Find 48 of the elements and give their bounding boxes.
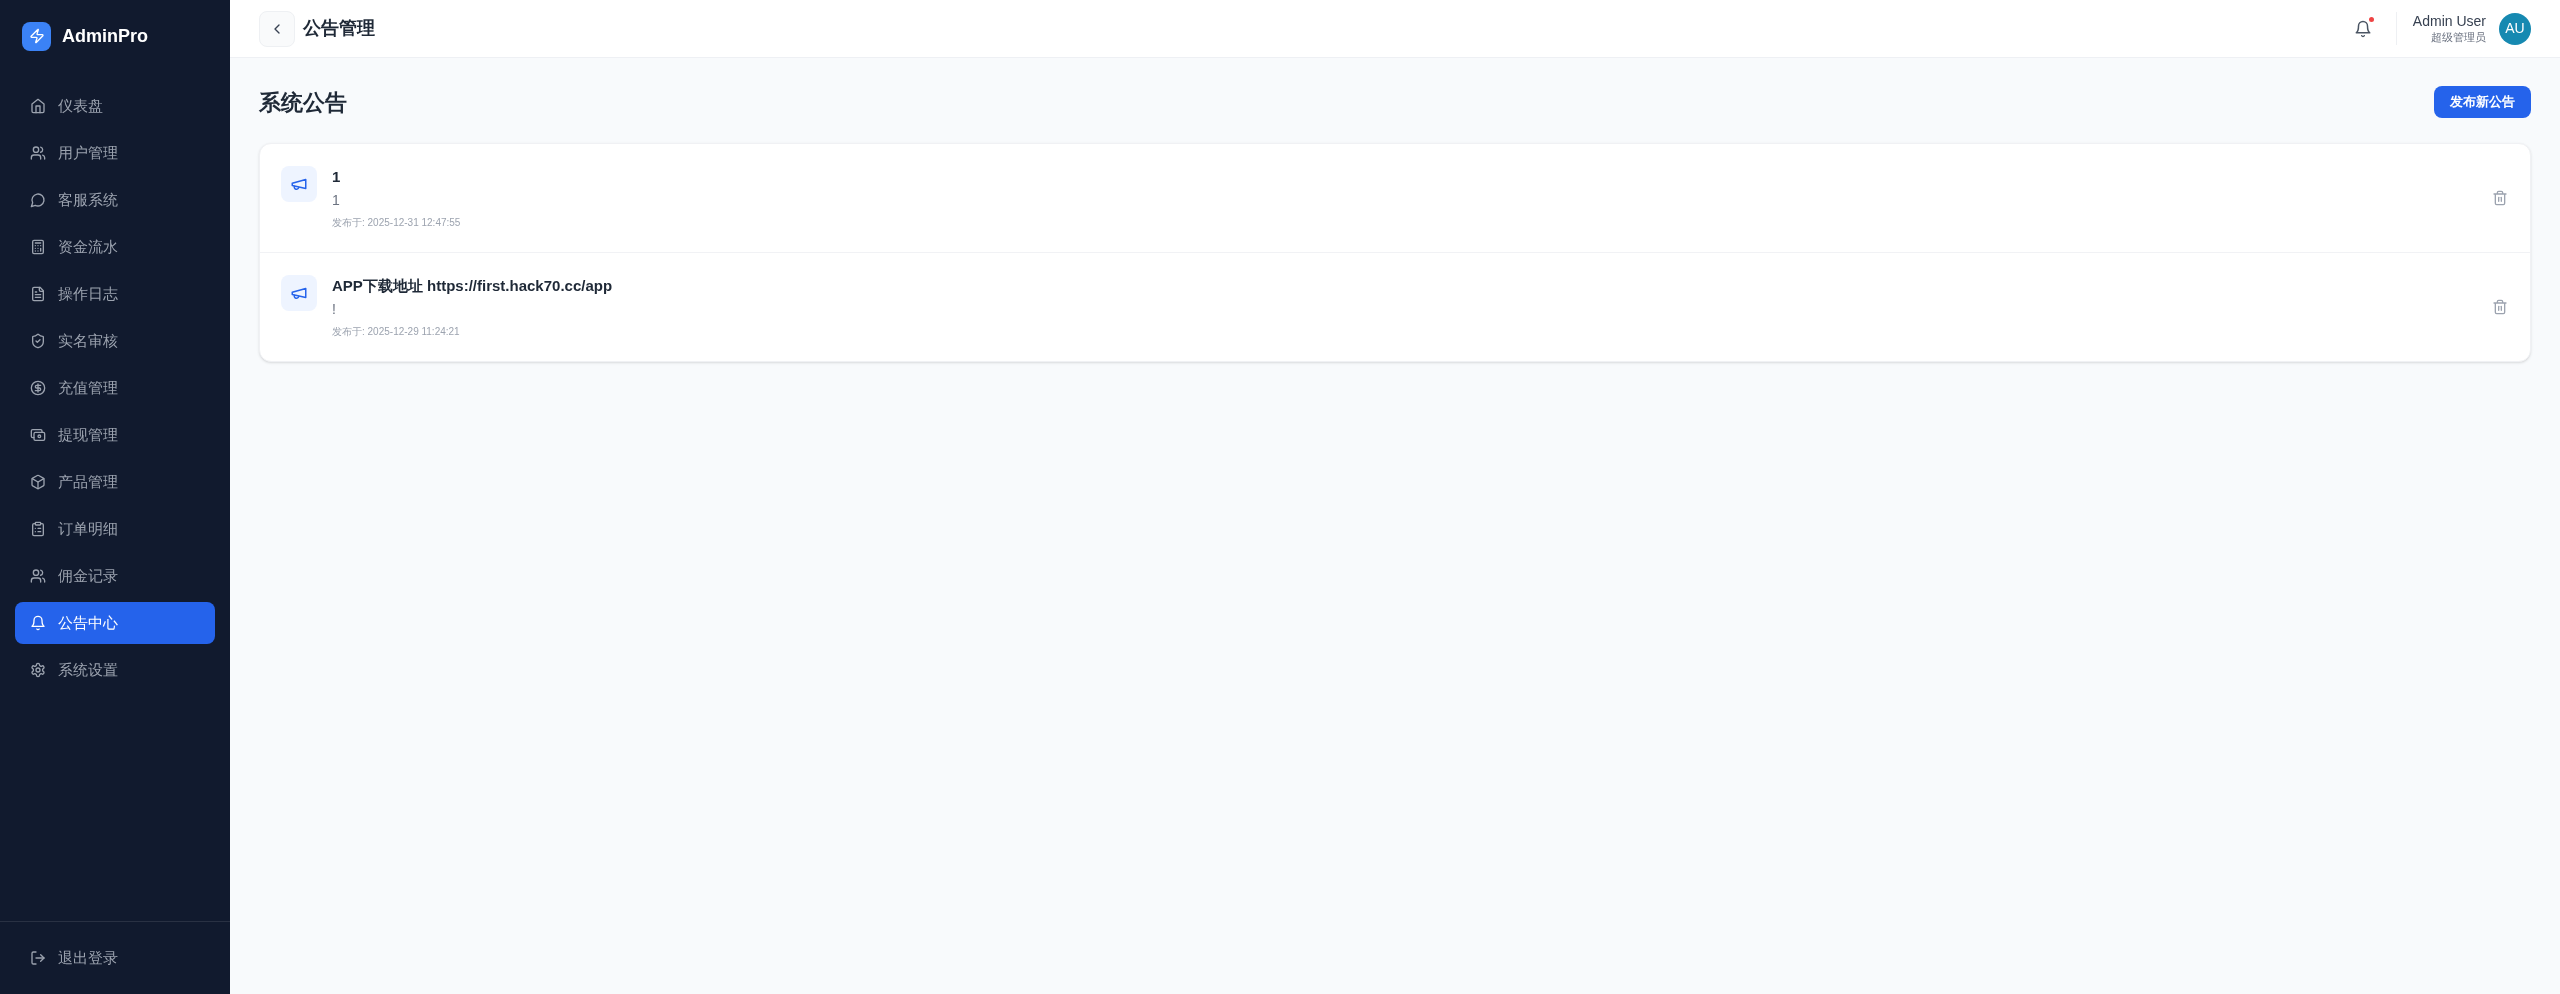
chat-bubble-icon [30, 192, 46, 208]
sidebar-item[interactable]: 操作日志 [15, 273, 215, 315]
sidebar-item[interactable]: 系统设置 [15, 649, 215, 691]
publish-date: 发布于: 2025-12-31 12:47:55 [332, 216, 461, 230]
publish-button[interactable]: 发布新公告 [2434, 86, 2531, 118]
logout-icon [30, 950, 46, 966]
megaphone-icon [281, 166, 317, 202]
sidebar-item[interactable]: 实名审核 [15, 320, 215, 362]
announcement-title: 1 [332, 167, 341, 187]
sidebar-item[interactable]: 产品管理 [15, 461, 215, 503]
page-heading: 公告管理 [303, 17, 375, 40]
trash-icon [2492, 190, 2508, 206]
sidebar-item[interactable]: 订单明细 [15, 508, 215, 550]
home-icon [30, 98, 46, 114]
sidebar-item[interactable]: 公告中心 [15, 602, 215, 644]
announcement-title: APP下载地址 https://first.hack70.cc/app [332, 276, 613, 296]
sidebar-item[interactable]: 资金流水 [15, 226, 215, 268]
avatar[interactable]: AU [2499, 12, 2531, 45]
dollar-circle-icon [30, 380, 46, 396]
megaphone-icon [281, 275, 317, 311]
back-button[interactable] [259, 10, 295, 47]
logout-link[interactable]: 退出登录 [15, 937, 215, 979]
bell-icon [2353, 19, 2372, 38]
section-title: 系统公告 [259, 88, 347, 117]
calculator-icon [30, 239, 46, 255]
clipboard-icon [30, 521, 46, 537]
user-role: 超级管理员 [2431, 30, 2486, 45]
cash-icon [30, 427, 46, 443]
shield-check-icon [30, 333, 46, 349]
user-name: Admin User [2412, 12, 2486, 30]
cube-icon [30, 474, 46, 490]
trash-icon [2492, 299, 2508, 315]
settings-icon [30, 662, 46, 678]
users-icon [30, 568, 46, 584]
announcement-body: ! [332, 300, 336, 319]
sidebar-item[interactable]: 客服系统 [15, 179, 215, 221]
announcement-body: 1 [332, 191, 340, 210]
sidebar-item[interactable]: 佣金记录 [15, 555, 215, 597]
logo-icon [22, 21, 51, 51]
sidebar-item[interactable]: 仪表盘 [15, 85, 215, 127]
sidebar-item[interactable]: 充值管理 [15, 367, 215, 409]
publish-date: 发布于: 2025-12-29 11:24:21 [332, 325, 460, 339]
brand-name: AdminPro [62, 24, 148, 48]
sidebar-item[interactable]: 提现管理 [15, 414, 215, 456]
users-icon [30, 145, 46, 161]
document-icon [30, 286, 46, 302]
bell-icon [30, 615, 46, 631]
sidebar-item[interactable]: 用户管理 [15, 132, 215, 174]
